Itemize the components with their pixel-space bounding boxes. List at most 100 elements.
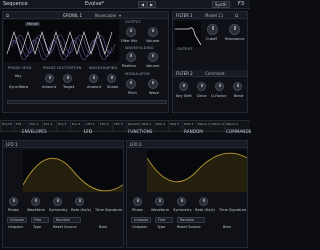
lfo1-bars-label: Bars xyxy=(99,225,108,229)
filter1-graph[interactable] xyxy=(175,21,201,47)
lfo1-timesig-label: Time Signature xyxy=(95,208,123,212)
lfo1-rate-label: Rate (Hz/s) xyxy=(71,208,91,212)
q-factor-knob[interactable] xyxy=(215,82,224,91)
tab-envelopes[interactable]: ENVELOPES xyxy=(18,128,47,136)
pitch-knob[interactable] xyxy=(126,79,136,89)
phase-dist-amount-knob[interactable] xyxy=(45,74,54,83)
lfo1-type-label: Type xyxy=(33,225,42,229)
position-knob[interactable] xyxy=(126,52,136,62)
preset-category[interactable]: Sequence xyxy=(3,1,28,7)
lfo2-panel: LFO 2 Phase Waveform Symmetry Rate (Hz/s… xyxy=(126,140,248,248)
lfo1-waveform-knob[interactable] xyxy=(31,197,40,206)
filter-mix-label: Filter Mix xyxy=(121,39,138,43)
key-shift-knob[interactable] xyxy=(179,82,188,91)
filter1-type-select[interactable]: Model 11 xyxy=(205,13,223,18)
osc-power-icon[interactable]: ⏻ xyxy=(6,13,9,18)
lfo2-polarity-select[interactable]: Unipolar xyxy=(131,217,151,223)
tab-random[interactable]: RANDOM xyxy=(180,128,203,136)
filter1-title: FILTER 1 xyxy=(176,13,193,18)
lfo1-type-select[interactable]: Free xyxy=(31,217,49,223)
lfo2-rate-label: Rate (Hz/s) xyxy=(195,208,215,212)
wave-label: Wave xyxy=(149,91,159,95)
drive-label: Drive xyxy=(197,94,207,98)
lfo2-type-select[interactable]: Free xyxy=(155,217,173,223)
phase-dist-target-knob[interactable] xyxy=(63,74,72,83)
lfo2-graph[interactable] xyxy=(146,150,248,192)
lfo2-rate-knob[interactable] xyxy=(199,197,208,206)
filter2-header: FILTER 2 Comment xyxy=(173,70,247,77)
lfo1-polarity-select[interactable]: Unipolar xyxy=(7,217,27,223)
waveshape-amount-knob[interactable] xyxy=(89,74,98,83)
phase-mod-title: PHASE MOD xyxy=(8,66,32,70)
wavefold-title: WAVEFOLDING xyxy=(125,46,154,50)
lfo1-reset-label: Reset Source xyxy=(53,225,77,229)
lfo1-waveform-label: Waveform xyxy=(27,208,46,212)
preset-name[interactable]: Evolve* xyxy=(85,1,104,7)
wavefold-volume-label: Volume xyxy=(146,64,160,68)
phase-dist-target-label: Target xyxy=(63,85,75,89)
wavetable-graph xyxy=(6,31,116,61)
lfo2-phase-knob[interactable] xyxy=(133,197,142,206)
wave-knob[interactable] xyxy=(148,79,158,89)
lfo2-header: LFO 2 xyxy=(127,141,247,148)
drive-knob[interactable] xyxy=(197,82,206,91)
waveshape-shape-knob[interactable] xyxy=(107,74,116,83)
resonance-knob[interactable] xyxy=(229,24,240,35)
phase-mod-key[interactable]: Key xyxy=(15,74,22,78)
lfo2-wave xyxy=(146,152,248,192)
tab-lfo[interactable]: LFO xyxy=(80,128,92,136)
morph-label[interactable]: Morph xyxy=(25,22,41,26)
phase-mod-sync[interactable]: Sync/Warp xyxy=(9,85,28,89)
preset-next-button[interactable]: ▶ xyxy=(147,1,157,8)
lfo2-phase-label: Phase xyxy=(132,208,143,212)
lfo1-wave xyxy=(22,157,124,192)
lfo2-reset-select[interactable]: Random xyxy=(177,217,205,223)
lfo1-panel: LFO 1 Phase Waveform Symmetry Rate (Hz/s… xyxy=(2,140,124,248)
bend-knob[interactable] xyxy=(233,82,242,91)
osc-bottom-slider[interactable] xyxy=(7,100,167,104)
cutoff-knob[interactable] xyxy=(207,24,218,35)
q-factor-label: Q-Factor xyxy=(211,94,227,98)
preset-prev-button[interactable]: ◀ xyxy=(138,1,148,8)
resonance-label: Resonance xyxy=(225,37,245,41)
lfo1-phase-label: Phase xyxy=(8,208,19,212)
tab-commands[interactable]: COMMANDS xyxy=(222,128,251,136)
lfo1-phase-knob[interactable] xyxy=(9,197,18,206)
top-bar: Sequence Evolve* ◀ ▶ Synth F3 xyxy=(0,0,250,9)
lfo1-unipolar-label: Unipolar xyxy=(8,225,24,229)
wavetable-select[interactable]: Nuvocable xyxy=(95,13,116,18)
phase-dist-amount-label: Amount xyxy=(42,85,57,89)
lfo2-bars-label: Bars xyxy=(223,225,232,229)
filter-mix-knob[interactable] xyxy=(126,27,136,37)
filter1-output-title: OUTPUT xyxy=(177,47,193,51)
synth-label[interactable]: Synth xyxy=(212,1,230,8)
pitch-label: Pitch xyxy=(128,91,137,95)
lfo2-symmetry-label: Symmetry xyxy=(173,208,192,212)
filter1-power-icon[interactable]: ⏻ xyxy=(235,13,238,18)
volume-knob[interactable] xyxy=(148,27,158,37)
lfo2-waveform-knob[interactable] xyxy=(155,197,164,206)
oscillator-header: ⏻ GROWL 1 Nuvocable ▾ xyxy=(3,12,168,19)
tab-functions[interactable]: FUNCTIONS xyxy=(124,128,152,136)
lfo2-type-label: Type xyxy=(157,225,166,229)
volume-label: Volume xyxy=(146,39,160,43)
section-tabs: ENVELOPES LFO FUNCTIONS RANDOM COMMANDS xyxy=(0,128,251,136)
lfo2-unipolar-label: Unipolar xyxy=(132,225,148,229)
osc-title: GROWL 1 xyxy=(63,13,83,18)
lfo2-symmetry-knob[interactable] xyxy=(177,197,186,206)
lfo2-waveform-label: Waveform xyxy=(151,208,170,212)
output-title: OUTPUT xyxy=(125,20,141,24)
filter2-type-select[interactable]: Comment xyxy=(205,71,225,76)
wavefold-volume-knob[interactable] xyxy=(148,52,158,62)
wavetable-display[interactable]: Morph xyxy=(4,20,119,62)
lfo1-graph[interactable] xyxy=(22,150,124,192)
phase-distortion-title: PHASE DISTORTION xyxy=(43,66,82,70)
lfo1-rate-knob[interactable] xyxy=(75,197,84,206)
key-shift-label: Key Shift xyxy=(176,94,192,98)
position-label: Position xyxy=(122,64,136,68)
lfo1-symmetry-knob[interactable] xyxy=(53,197,62,206)
filter2-title: FILTER 2 xyxy=(176,71,193,76)
wavetable-dropdown-icon[interactable]: ▾ xyxy=(119,13,121,18)
lfo1-title: LFO 1 xyxy=(6,142,18,147)
lfo1-reset-select[interactable]: Random xyxy=(53,217,81,223)
